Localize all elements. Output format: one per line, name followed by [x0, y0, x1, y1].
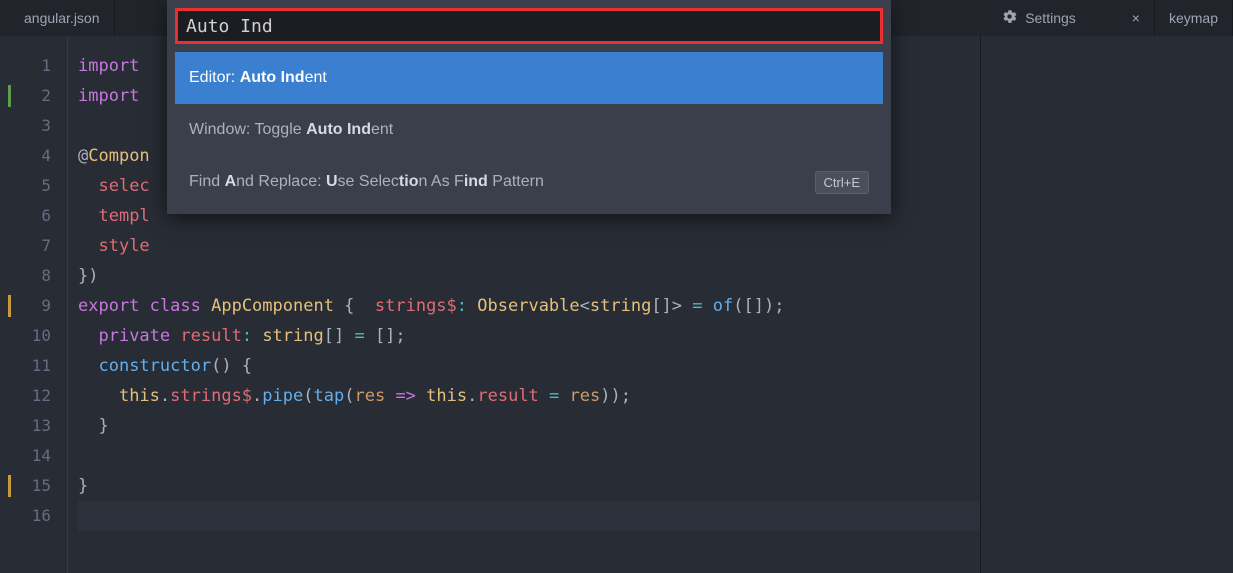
right-empty-pane: [980, 36, 1233, 573]
line-number: 13: [0, 411, 51, 441]
tab-keymap[interactable]: keymap: [1155, 0, 1233, 36]
command-palette-input[interactable]: [175, 8, 883, 44]
settings-icon: [1002, 9, 1017, 27]
line-number: 3: [0, 111, 51, 141]
line-number: 8: [0, 261, 51, 291]
line-number: 15: [0, 471, 51, 501]
line-number: 11: [0, 351, 51, 381]
command-palette-item-label: Find And Replace: Use Selection As Find …: [189, 173, 544, 191]
command-palette-item-label: Window: Toggle Auto Indent: [189, 121, 393, 139]
tab-label: keymap: [1169, 10, 1218, 26]
line-number: 12: [0, 381, 51, 411]
line-number: 7: [0, 231, 51, 261]
command-palette-list: Editor: Auto Indent Window: Toggle Auto I…: [167, 52, 891, 208]
line-number: 16: [0, 501, 51, 531]
command-palette-item-label: Editor: Auto Indent: [189, 69, 327, 87]
line-number: 14: [0, 441, 51, 471]
command-palette-item[interactable]: Find And Replace: Use Selection As Find …: [175, 156, 883, 208]
close-icon[interactable]: ×: [1132, 10, 1140, 26]
line-number: 6: [0, 201, 51, 231]
line-number: 4: [0, 141, 51, 171]
tab-settings[interactable]: Settings ×: [988, 0, 1155, 36]
command-palette: Editor: Auto Indent Window: Toggle Auto I…: [167, 0, 891, 214]
tab-label: Settings: [1025, 10, 1076, 26]
tab-label: angular.json: [24, 10, 100, 26]
line-number: 2: [0, 81, 51, 111]
line-gutter: 12345678910111213141516: [0, 36, 68, 573]
line-number: 10: [0, 321, 51, 351]
command-palette-item[interactable]: Editor: Auto Indent: [175, 52, 883, 104]
line-number: 9: [0, 291, 51, 321]
line-number: 5: [0, 171, 51, 201]
keyboard-shortcut: Ctrl+E: [815, 171, 869, 194]
line-number: 1: [0, 51, 51, 81]
tab-angular-json[interactable]: angular.json: [10, 0, 115, 36]
command-palette-item[interactable]: Window: Toggle Auto Indent: [175, 104, 883, 156]
